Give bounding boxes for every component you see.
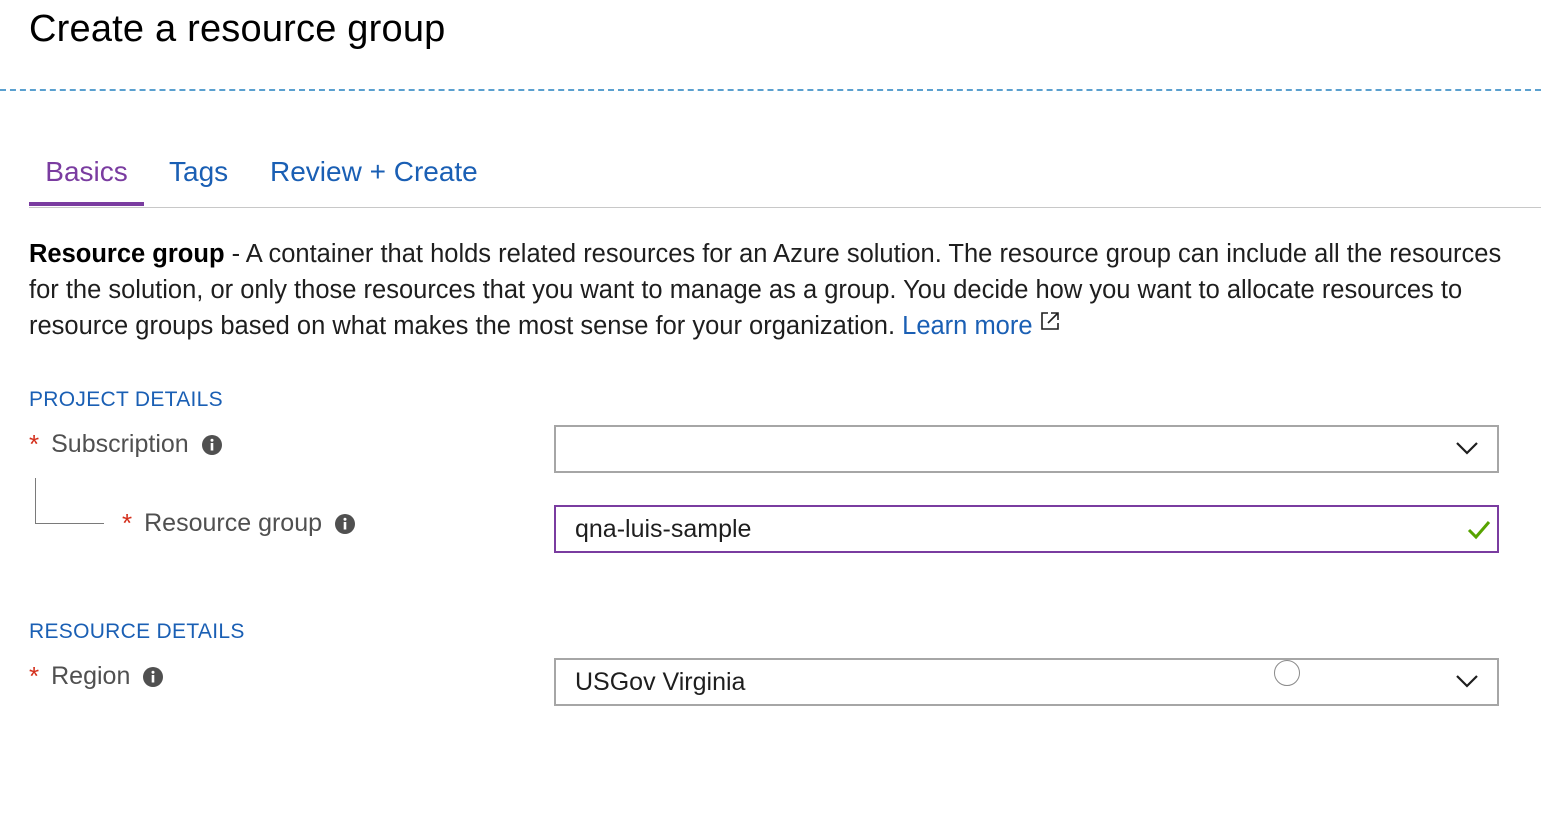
resource-details-heading: RESOURCE DETAILS <box>29 620 245 643</box>
tab-review-create[interactable]: Review + Create <box>270 150 478 206</box>
resource-group-input[interactable]: qna-luis-sample <box>554 505 1499 553</box>
chevron-down-icon <box>1456 675 1478 688</box>
title-divider <box>0 89 1541 91</box>
required-mark: * <box>29 661 40 691</box>
tab-basics[interactable]: Basics <box>29 150 144 206</box>
checkmark-icon <box>1467 521 1491 540</box>
resource-group-label: * Resource group <box>122 508 356 539</box>
region-label: * Region <box>29 661 164 692</box>
tab-tags[interactable]: Tags <box>169 150 228 206</box>
external-link-icon[interactable] <box>1039 310 1061 332</box>
tab-bar: Basics Tags Review + Create <box>29 150 1541 208</box>
description-term: Resource group <box>29 240 225 268</box>
page-title: Create a resource group <box>29 8 446 50</box>
subscription-label: * Subscription <box>29 429 223 460</box>
subscription-dropdown[interactable] <box>554 425 1499 473</box>
required-mark: * <box>122 508 133 538</box>
info-icon[interactable] <box>201 434 223 456</box>
description-text: - A container that holds related resourc… <box>29 240 1502 340</box>
resource-group-value: qna-luis-sample <box>575 514 752 543</box>
resource-group-description: Resource group - A container that holds … <box>29 236 1509 344</box>
chevron-down-icon <box>1456 442 1478 455</box>
subscription-label-text: Subscription <box>51 430 189 458</box>
resource-group-label-text: Resource group <box>144 509 323 537</box>
required-mark: * <box>29 429 40 459</box>
mouse-cursor-indicator <box>1274 660 1300 686</box>
info-icon[interactable] <box>142 666 164 688</box>
hierarchy-connector <box>35 478 104 524</box>
region-value: USGov Virginia <box>575 667 746 696</box>
region-label-text: Region <box>51 662 131 690</box>
info-icon[interactable] <box>334 513 356 535</box>
region-dropdown[interactable]: USGov Virginia <box>554 658 1499 706</box>
learn-more-link[interactable]: Learn more <box>902 312 1032 340</box>
project-details-heading: PROJECT DETAILS <box>29 388 223 411</box>
